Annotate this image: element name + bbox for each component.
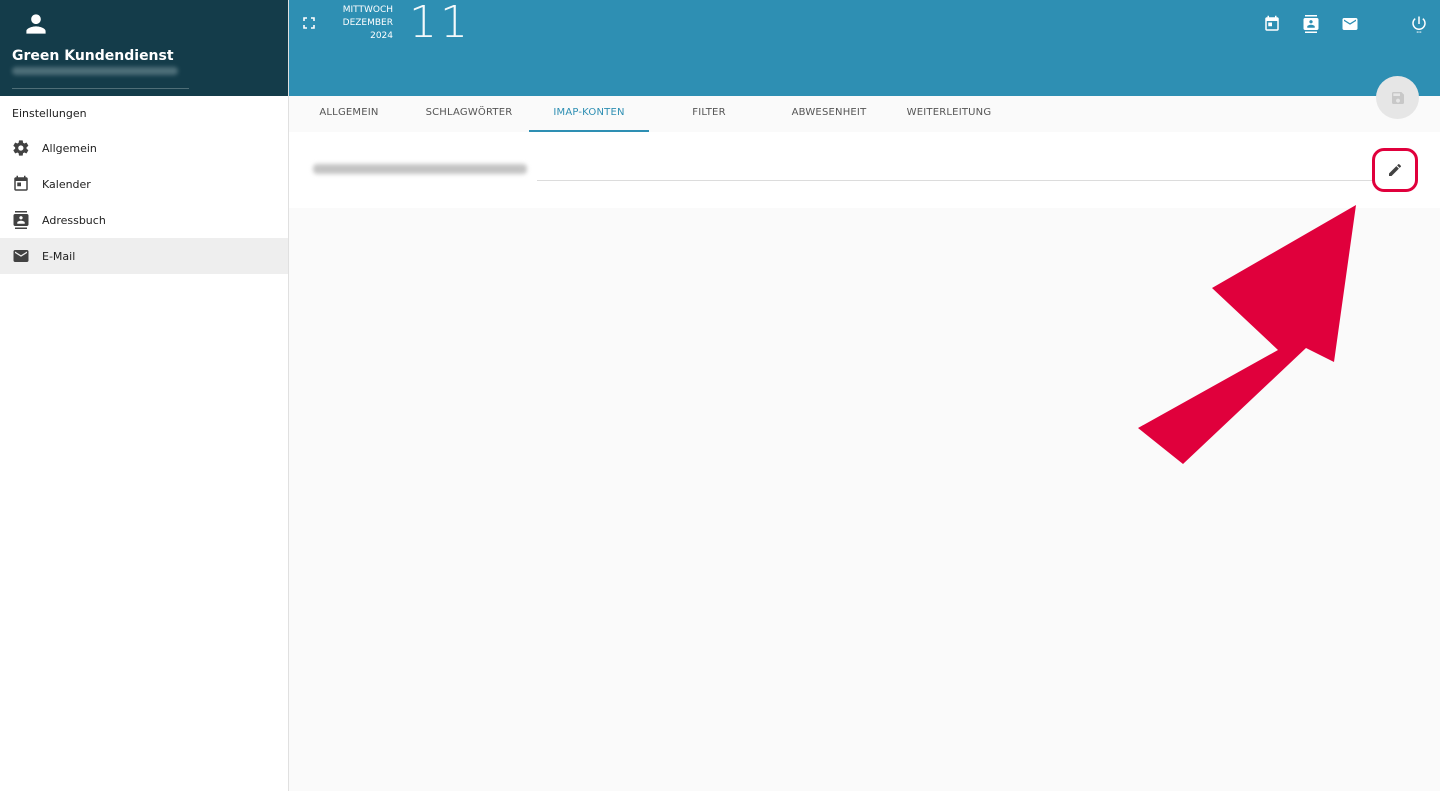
year: 2024 <box>370 31 393 41</box>
profile-email-redacted <box>12 67 178 75</box>
fullscreen-icon[interactable] <box>303 17 315 29</box>
contacts-icon[interactable] <box>1302 15 1320 33</box>
sidebar-item-adressbuch[interactable]: Adressbuch <box>0 202 288 238</box>
sidebar-item-label: Adressbuch <box>42 213 106 227</box>
pencil-icon <box>1389 163 1402 176</box>
tab-allgemein[interactable]: ALLGEMEIN <box>289 96 409 132</box>
person-icon <box>26 14 46 34</box>
mail-icon <box>13 250 29 262</box>
account-email-redacted <box>313 164 527 174</box>
profile-header: Green Kundendienst <box>0 0 288 96</box>
date-block: MITTWOCH DEZEMBER 2024 <box>333 4 393 43</box>
imap-account-panel <box>289 132 1440 208</box>
profile-name: Green Kundendienst <box>12 48 174 64</box>
calendar-icon[interactable] <box>1263 15 1281 33</box>
annotation-arrow <box>1138 205 1356 464</box>
top-header: MITTWOCH DEZEMBER 2024 11 <box>289 0 1440 96</box>
tab-filter[interactable]: FILTER <box>649 96 769 132</box>
sidebar-item-email[interactable]: E-Mail <box>0 238 288 274</box>
tab-abwesenheit[interactable]: ABWESENHEIT <box>769 96 889 132</box>
mail-icon[interactable] <box>1341 15 1359 33</box>
sidebar-item-allgemein[interactable]: Allgemein <box>0 130 288 166</box>
sidebar: Green Kundendienst Einstellungen Allgeme… <box>0 0 289 791</box>
calendar-icon <box>14 175 28 191</box>
account-divider <box>537 180 1372 181</box>
save-button[interactable] <box>1376 76 1419 119</box>
tab-weiterleitung[interactable]: WEITERLEITUNG <box>889 96 1009 132</box>
settings-tabs: ALLGEMEIN SCHLAGWÖRTER IMAP-KONTEN FILTE… <box>289 96 1009 132</box>
tab-schlagwoerter[interactable]: SCHLAGWÖRTER <box>409 96 529 132</box>
contacts-icon <box>13 211 29 229</box>
tab-imap-konten[interactable]: IMAP-KONTEN <box>529 96 649 132</box>
save-icon <box>1391 91 1404 104</box>
gear-icon <box>13 140 29 156</box>
sidebar-item-kalender[interactable]: Kalender <box>0 166 288 202</box>
sidebar-item-label: E-Mail <box>42 249 76 263</box>
sidebar-item-label: Kalender <box>42 177 91 191</box>
sidebar-item-label: Allgemein <box>42 141 97 155</box>
edit-account-button[interactable] <box>1372 148 1418 192</box>
profile-divider <box>12 88 189 89</box>
weekday: MITTWOCH <box>342 5 393 15</box>
settings-section-title: Einstellungen <box>12 107 87 120</box>
power-icon[interactable] <box>1410 15 1428 33</box>
day-number: 11 <box>409 0 471 48</box>
month: DEZEMBER <box>342 18 393 28</box>
